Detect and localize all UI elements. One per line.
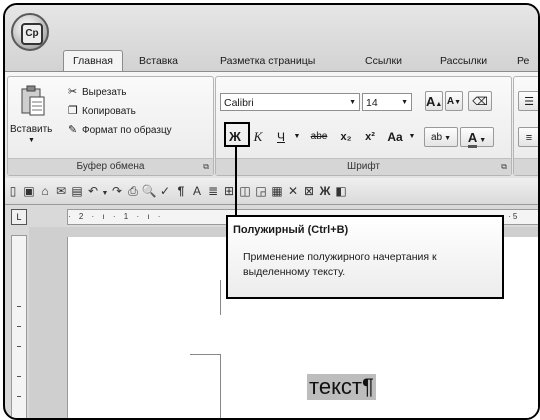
highlight-button[interactable]: ab ▼ <box>424 127 458 147</box>
format-painter-label: Формат по образцу <box>82 125 172 136</box>
quick-access-toolbar: ▯ ▣ ⌂ ✉ ▤ ↶ ▼ ↷ ⎙ 🔍 ✓ ¶ A ≣ ⊞ ◫ ◲ ▦ ✕ ⊠ Ж ◧ <box>5 178 538 205</box>
paragraph-mark-icon[interactable]: ¶ <box>173 178 189 204</box>
grid-icon[interactable]: ▦ <box>269 178 285 204</box>
clear-formatting-button[interactable]: ⌫ <box>468 91 492 111</box>
tab-review[interactable]: Ре <box>517 51 529 71</box>
cut-button[interactable]: ✂ Вырезать <box>68 85 126 98</box>
scissors-icon: ✂ <box>68 86 78 98</box>
eraser-icon: ⌫ <box>472 96 488 108</box>
callout-connector <box>235 146 237 216</box>
bullets-icon[interactable]: ☰ <box>518 91 538 111</box>
undo-dropdown-icon[interactable]: ▼ <box>101 181 109 204</box>
undo-icon[interactable]: ↶ <box>85 178 101 204</box>
underline-dropdown-icon[interactable]: ▼ <box>292 127 302 147</box>
columns-icon[interactable]: ≣ <box>205 178 221 204</box>
save-icon[interactable]: ▣ <box>21 178 37 204</box>
font-group: Calibri ▼ 14 ▼ A▲ A▼ ⌫ Ж К Ч ▼ abe x₂ x²… <box>215 76 512 176</box>
italic-button[interactable]: К <box>249 127 267 147</box>
table2-icon[interactable]: ⊠ <box>301 178 317 204</box>
more-icon[interactable]: ◧ <box>333 178 349 204</box>
ruler-ticks: · 2 · ı · 1 · ı · <box>68 212 164 221</box>
tab-home[interactable]: Главная <box>63 50 123 73</box>
change-case-button[interactable]: Aa <box>384 127 406 147</box>
font-launcher-icon[interactable]: ⧉ <box>501 162 507 172</box>
copy-icon: ❐ <box>68 105 78 117</box>
clipboard-group-label: Буфер обмена <box>8 158 213 175</box>
underline-button[interactable]: Ч <box>272 127 290 147</box>
paste-dropdown-icon[interactable]: ▼ <box>28 137 35 144</box>
office-logo-icon: Cp <box>21 23 43 45</box>
tab-insert[interactable]: Вставка <box>139 51 178 71</box>
superscript-button[interactable]: x² <box>360 127 380 147</box>
align-left-icon[interactable]: ≡ <box>518 127 538 147</box>
bold-tooltip: Полужирный (Ctrl+B) Применение полужирно… <box>226 215 504 299</box>
font-color-button[interactable]: A ▼ <box>460 127 494 148</box>
tab-selector-icon[interactable]: L <box>11 209 27 225</box>
vertical-ruler[interactable] <box>11 235 27 418</box>
font-name-value: Calibri <box>224 97 254 109</box>
copy-button[interactable]: ❐ Копировать <box>68 104 136 117</box>
font-group-label: Шрифт <box>216 158 511 175</box>
chevron-down-icon: ▼ <box>349 99 356 106</box>
ribbon: Вставить ▼ ✂ Вырезать ❐ Копировать ✎ Формат… <box>5 71 538 179</box>
format-painter-button[interactable]: ✎ Формат по образцу <box>68 123 172 136</box>
paragraph-group-label <box>514 158 538 175</box>
clipboard-group: Вставить ▼ ✂ Вырезать ❐ Копировать ✎ Формат… <box>7 76 214 176</box>
change-case-dropdown-icon[interactable]: ▼ <box>407 127 417 147</box>
margin-guide <box>220 354 221 418</box>
copy-label: Копировать <box>82 106 136 117</box>
print-icon[interactable]: ▤ <box>69 178 85 204</box>
shrink-font-button[interactable]: A▼ <box>445 91 463 111</box>
cut-label: Вырезать <box>82 87 127 98</box>
clipboard-launcher-icon[interactable]: ⧉ <box>203 162 209 172</box>
bold-button-highlight <box>224 122 250 147</box>
new-document-icon[interactable]: ▯ <box>5 178 21 204</box>
font-icon[interactable]: A <box>189 178 205 204</box>
paste-icon[interactable] <box>20 85 46 117</box>
tooltip-body: Применение полужирного начертания к выде… <box>243 251 437 278</box>
image-icon[interactable]: ◫ <box>237 178 253 204</box>
brush-icon: ✎ <box>68 124 78 136</box>
strikethrough-button[interactable]: abe <box>305 127 333 147</box>
tab-mailings[interactable]: Рассылки <box>440 51 487 71</box>
font-size-value: 14 <box>366 97 378 109</box>
font-color-icon: A <box>467 130 478 148</box>
grow-font-button[interactable]: A▲ <box>425 91 443 111</box>
tooltip-title: Полужирный (Ctrl+B) <box>233 224 349 236</box>
spelling-icon[interactable]: ✓ <box>157 178 173 204</box>
tab-references[interactable]: Ссылки <box>365 51 402 71</box>
qat-bold-button[interactable]: Ж <box>317 178 333 204</box>
selected-text[interactable]: текст¶ <box>307 374 376 400</box>
highlighter-icon: ab <box>431 132 443 143</box>
chevron-down-icon: ▼ <box>401 99 408 106</box>
mail-icon[interactable]: ✉ <box>53 178 69 204</box>
ruler-right-mark: · 5 <box>508 212 518 221</box>
word-window: Cp Главная Вставка Разметка страницы Ссы… <box>3 3 540 420</box>
tab-page-layout[interactable]: Разметка страницы <box>220 51 315 71</box>
preview-icon[interactable]: 🔍 <box>141 178 157 204</box>
subscript-button[interactable]: x₂ <box>336 127 356 147</box>
paste-button[interactable]: Вставить <box>10 124 52 135</box>
open-icon[interactable]: ⌂ <box>37 178 53 204</box>
font-name-combo[interactable]: Calibri ▼ <box>220 93 360 111</box>
close-icon[interactable]: ✕ <box>285 178 301 204</box>
print-preview-icon[interactable]: ⎙ <box>125 178 141 204</box>
office-button[interactable]: Cp <box>11 13 49 51</box>
margin-guide <box>190 354 221 355</box>
font-size-combo[interactable]: 14 ▼ <box>362 93 412 111</box>
margin-guide <box>220 280 221 315</box>
redo-icon[interactable]: ↷ <box>109 178 125 204</box>
chart-icon[interactable]: ◲ <box>253 178 269 204</box>
paragraph-group: ☰ ≡ <box>513 76 538 176</box>
